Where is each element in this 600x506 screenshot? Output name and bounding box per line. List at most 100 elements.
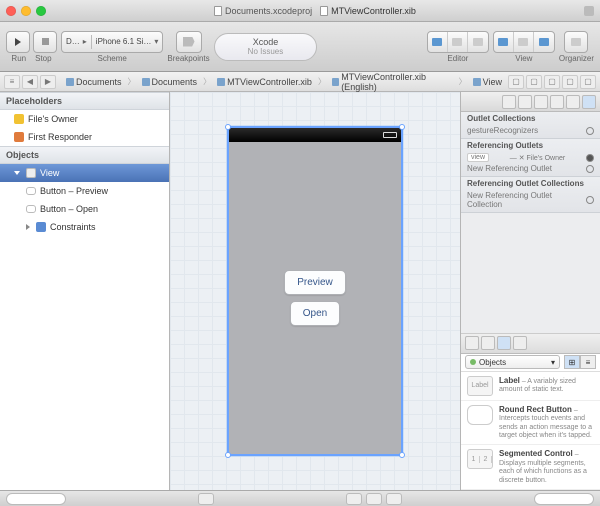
stop-label: Stop xyxy=(35,54,51,63)
library-view-toggle[interactable]: ⊞≡ xyxy=(564,355,596,369)
constraints-icon xyxy=(36,222,46,232)
pin-icon[interactable] xyxy=(366,493,382,505)
breakpoints-button[interactable] xyxy=(176,31,202,53)
outline-constraints[interactable]: Constraints xyxy=(0,218,169,236)
outline-first-responder[interactable]: First Responder xyxy=(0,128,169,146)
editor-mode-segment[interactable] xyxy=(427,31,489,53)
connection-socket-icon[interactable] xyxy=(586,165,594,173)
breadcrumb[interactable]: MTViewController.xib xyxy=(213,77,316,87)
gesture-recognizers-row[interactable]: gestureRecognizers xyxy=(467,125,594,136)
stop-icon xyxy=(42,38,49,45)
jump-icon[interactable]: ▢ xyxy=(526,75,542,89)
right-panel-icon xyxy=(539,38,549,46)
connection-socket-icon[interactable] xyxy=(586,196,594,204)
breadcrumb[interactable]: Documents xyxy=(138,77,202,87)
library-item-label[interactable]: Label Label – A variably sized amount of… xyxy=(461,372,600,401)
quick-help-icon[interactable] xyxy=(518,95,532,109)
xib-icon xyxy=(217,78,225,86)
filter-input[interactable] xyxy=(6,493,66,505)
outline-files-owner[interactable]: File's Owner xyxy=(0,110,169,128)
label-thumb-icon: Label xyxy=(467,376,493,396)
code-snippet-library-icon[interactable] xyxy=(481,336,495,350)
project-icon xyxy=(66,78,74,86)
breadcrumb[interactable]: Documents xyxy=(62,77,126,87)
resize-handle[interactable] xyxy=(399,124,405,130)
new-referencing-outlet-row[interactable]: New Referencing Outlet xyxy=(467,163,594,174)
minimize-icon[interactable] xyxy=(21,6,31,16)
traffic-lights[interactable] xyxy=(6,6,46,16)
jump-icon[interactable]: ▢ xyxy=(580,75,596,89)
grid-view-icon[interactable]: ⊞ xyxy=(564,355,580,369)
resize-handle[interactable] xyxy=(225,124,231,130)
object-library: Objects▾ ⊞≡ Label Label – A variably siz… xyxy=(461,333,600,490)
library-search-input[interactable] xyxy=(534,493,594,505)
file-template-library-icon[interactable] xyxy=(465,336,479,350)
left-panel-icon xyxy=(498,38,508,46)
view-panels-segment[interactable] xyxy=(493,31,555,53)
breadcrumb[interactable]: View xyxy=(469,77,506,87)
view-container[interactable]: Preview Open xyxy=(227,126,403,456)
stop-button[interactable] xyxy=(33,31,57,53)
interface-builder-canvas[interactable]: Preview Open xyxy=(170,92,460,490)
button-icon xyxy=(26,187,36,195)
related-items-button[interactable]: ≡ xyxy=(4,75,20,89)
title-tab-project[interactable]: Documents.xcodeproj xyxy=(214,6,312,16)
standard-editor-icon xyxy=(432,38,442,46)
scheme-selector[interactable]: D…▸ iPhone 6.1 Si…▾ xyxy=(61,31,163,53)
new-referencing-outlet-collection-row[interactable]: New Referencing Outlet Collection xyxy=(467,190,594,210)
resize-handle[interactable] xyxy=(399,452,405,458)
view-outlet-row[interactable]: view— ✕ File's Owner xyxy=(467,152,594,163)
disclosure-icon[interactable] xyxy=(14,171,20,175)
preview-button[interactable]: Preview xyxy=(284,270,346,295)
outline-button-preview[interactable]: Button – Preview xyxy=(0,182,169,200)
resolve-issues-icon[interactable] xyxy=(386,493,402,505)
identity-inspector-icon[interactable] xyxy=(534,95,548,109)
toolbar: RunStop D…▸ iPhone 6.1 Si…▾ Scheme Break… xyxy=(0,22,600,72)
resize-handle[interactable] xyxy=(225,452,231,458)
folder-icon xyxy=(142,78,150,86)
library-filter-select[interactable]: Objects▾ xyxy=(465,355,560,369)
run-label: Run xyxy=(11,54,26,63)
dock-toggle-icon[interactable] xyxy=(198,493,214,505)
breadcrumb[interactable]: MTViewController.xib (English) xyxy=(328,72,457,92)
library-item-round-rect-button[interactable]: Round Rect Button – Intercepts touch eve… xyxy=(461,401,600,446)
back-button[interactable]: ◀ xyxy=(22,75,38,89)
fullscreen-icon[interactable] xyxy=(584,6,594,16)
document-outline: Placeholders File's Owner First Responde… xyxy=(0,92,170,490)
align-icon[interactable] xyxy=(346,493,362,505)
media-library-icon[interactable] xyxy=(513,336,527,350)
connections-inspector-icon[interactable] xyxy=(582,95,596,109)
open-button[interactable]: Open xyxy=(290,301,340,326)
outline-view[interactable]: View xyxy=(0,164,169,182)
object-library-icon[interactable] xyxy=(497,336,511,350)
file-inspector-icon[interactable] xyxy=(502,95,516,109)
connection-socket-icon[interactable] xyxy=(586,154,594,162)
editor-label: Editor xyxy=(447,54,468,63)
disclosure-icon[interactable] xyxy=(26,224,30,230)
title-tab-xib[interactable]: MTViewController.xib xyxy=(320,6,416,16)
version-editor-icon xyxy=(473,38,483,46)
list-view-icon[interactable]: ≡ xyxy=(580,355,596,369)
inspector-tabs xyxy=(461,92,600,112)
referencing-outlet-collections-section: Referencing Outlet Collections New Refer… xyxy=(461,177,600,213)
activity-status: Xcode No Issues xyxy=(214,33,318,61)
play-icon xyxy=(15,38,21,46)
close-icon[interactable] xyxy=(6,6,16,16)
bottom-bar xyxy=(0,490,600,506)
connection-socket-icon[interactable] xyxy=(586,127,594,135)
document-icon xyxy=(214,6,222,16)
jump-icon[interactable]: ▢ xyxy=(544,75,560,89)
attributes-inspector-icon[interactable] xyxy=(550,95,564,109)
library-item-segmented-control[interactable]: 12 Segmented Control – Displays multiple… xyxy=(461,445,600,490)
outline-button-open[interactable]: Button – Open xyxy=(0,200,169,218)
run-button[interactable] xyxy=(6,31,30,53)
jump-icon[interactable]: ▢ xyxy=(562,75,578,89)
objects-header: Objects xyxy=(0,146,169,164)
organizer-button[interactable] xyxy=(564,31,588,53)
size-inspector-icon[interactable] xyxy=(566,95,580,109)
forward-button[interactable]: ▶ xyxy=(40,75,56,89)
jump-icon[interactable]: ▢ xyxy=(508,75,524,89)
zoom-icon[interactable] xyxy=(36,6,46,16)
scheme-label: Scheme xyxy=(98,54,127,63)
view-label: View xyxy=(515,54,532,63)
